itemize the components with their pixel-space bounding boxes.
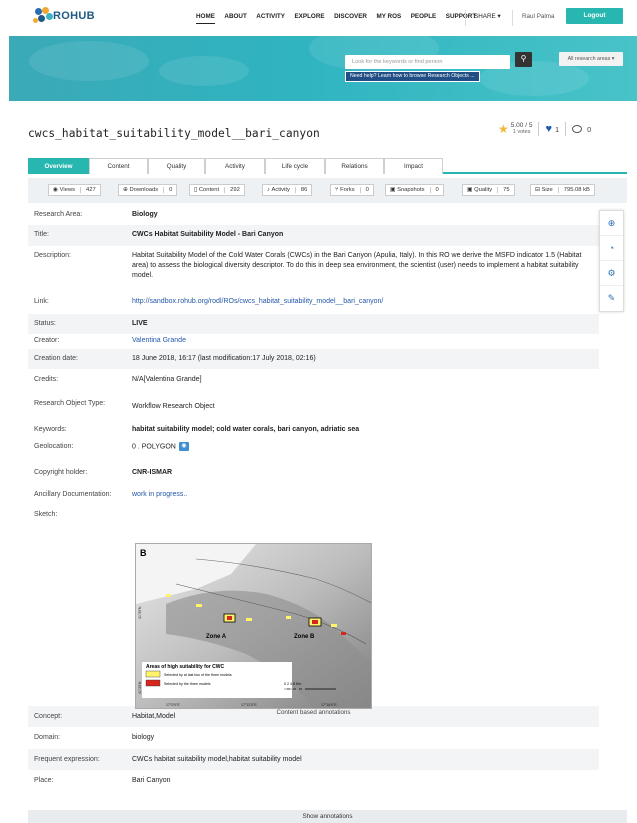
row-place: Place: Bari Canyon bbox=[34, 777, 171, 784]
logo-text: ROHUB bbox=[53, 10, 95, 22]
nav-people[interactable]: PEOPLE bbox=[411, 13, 437, 24]
share-dropdown[interactable]: SHARE ▾ bbox=[474, 13, 501, 20]
tab-impact[interactable]: Impact bbox=[384, 158, 443, 174]
search-button[interactable]: ⚲ bbox=[515, 52, 532, 67]
comments-count: 0 bbox=[587, 124, 592, 134]
nav-discover[interactable]: DISCOVER bbox=[334, 13, 367, 24]
search-placeholder: Look for the keywords or find person bbox=[352, 59, 443, 65]
legend-title: Areas of high suitability for CWC bbox=[146, 664, 224, 670]
tab-overview[interactable]: Overview bbox=[28, 158, 89, 174]
lon-label: 17°0'0"E bbox=[166, 703, 180, 707]
rohub-logo[interactable]: ROHUB bbox=[33, 7, 95, 25]
sketch-caption: Content based annotations bbox=[276, 709, 351, 716]
tab-activity[interactable]: Activity bbox=[205, 158, 265, 174]
zone-b-label: Zone B bbox=[294, 634, 315, 640]
creator-link[interactable]: Valentina Grande bbox=[132, 336, 592, 346]
nav-support[interactable]: SUPPORT bbox=[446, 13, 476, 24]
stat-downloads[interactable]: ⊕ Downloads 0 bbox=[118, 184, 178, 196]
top-navbar: ROHUB HOME ABOUT ACTIVITY EXPLORE DISCOV… bbox=[0, 0, 637, 36]
row-status: Status: LIVE bbox=[28, 314, 599, 334]
rating-score: 5.00 / 5 bbox=[510, 122, 533, 129]
lon-label: 17°12'0"E bbox=[241, 703, 257, 707]
row-domain: Domain: biology bbox=[34, 734, 155, 741]
settings-icon[interactable]: ⚙ bbox=[600, 261, 623, 286]
show-annotations-button[interactable]: Show annotations bbox=[28, 810, 627, 823]
camera-icon: ▣ bbox=[390, 187, 398, 193]
row-creator: Creator: Valentina Grande bbox=[28, 334, 599, 349]
tab-life-cycle[interactable]: Life cycle bbox=[265, 158, 325, 174]
pin-icon[interactable]: ✎ bbox=[600, 286, 623, 311]
stat-views[interactable]: ◉ Views 427 bbox=[48, 184, 101, 196]
page-title: cwcs_habitat_suitability_model__bari_can… bbox=[28, 127, 320, 140]
row-creation-date: Creation date: 18 June 2018, 16:17 (last… bbox=[28, 349, 599, 369]
tab-relations[interactable]: Relations bbox=[325, 158, 384, 174]
rating-votes: 1 votes bbox=[512, 129, 531, 135]
nav-about[interactable]: ABOUT bbox=[224, 13, 246, 24]
comment-icon[interactable] bbox=[572, 125, 583, 133]
tab-quality[interactable]: Quality bbox=[148, 158, 205, 174]
user-name[interactable]: Raul Palma bbox=[522, 13, 555, 20]
rss-icon[interactable]: ◔ bbox=[600, 236, 623, 261]
ro-tabs: Overview Content Quality Activity Life c… bbox=[28, 158, 627, 174]
download-icon[interactable]: ⊕ bbox=[600, 211, 623, 236]
nav-divider bbox=[465, 10, 466, 26]
sketch-map: B Zone A Zone B 41°35'N 41°25'N Areas of… bbox=[136, 544, 371, 708]
stat-size[interactable]: ⊟ Size 795.08 kB bbox=[530, 184, 595, 196]
stat-forks[interactable]: ⑂ Forks 0 bbox=[330, 184, 374, 196]
lon-label: 17°18'0"E bbox=[321, 703, 337, 707]
row-copyright: Copyright holder: CNR-ISMAR bbox=[34, 469, 173, 476]
stat-quality[interactable]: ▣ Quality 75 bbox=[462, 184, 515, 196]
logo-mark-icon bbox=[33, 7, 55, 25]
stat-content[interactable]: ▯ Content 292 bbox=[189, 184, 245, 196]
row-ancillary: Ancillary Documentation: work in progres… bbox=[28, 485, 599, 505]
sketch-image[interactable]: B Zone A Zone B 41°35'N 41°25'N Areas of… bbox=[135, 543, 372, 709]
stat-snapshots[interactable]: ▣ Snapshots 0 bbox=[385, 184, 444, 196]
star-icon[interactable]: ★ bbox=[498, 122, 509, 136]
nav-activity[interactable]: ACTIVITY bbox=[256, 13, 285, 24]
eye-icon: ◉ bbox=[53, 187, 60, 193]
nav-home[interactable]: HOME bbox=[196, 13, 215, 24]
lat-label: 41°25'N bbox=[138, 681, 142, 694]
row-title: Title: CWCs Habitat Suitability Model - … bbox=[28, 225, 599, 246]
legend-item: Selected by the three models bbox=[164, 682, 211, 686]
panel-letter: B bbox=[140, 548, 147, 558]
row-description: Description: Habitat Suitability Model o… bbox=[34, 252, 582, 279]
rating-value: 5.00 / 5 1 votes bbox=[510, 122, 533, 135]
row-keywords: Keywords: habitat suitability model; col… bbox=[34, 426, 360, 433]
row-research-area: Research Area: Biology bbox=[34, 211, 158, 218]
row-link: Link: http://sandbox.rohub.org/rodl/ROs/… bbox=[28, 289, 599, 314]
nav-divider bbox=[512, 10, 513, 26]
tab-content[interactable]: Content bbox=[89, 158, 148, 174]
research-area-select[interactable]: All research areas ▾ bbox=[559, 52, 623, 66]
search-banner bbox=[9, 36, 637, 101]
lat-label: 41°35'N bbox=[138, 606, 142, 619]
side-actions: ⊕ ◔ ⚙ ✎ bbox=[599, 210, 624, 312]
likes-count: 1 bbox=[554, 124, 560, 134]
nav-my-ros[interactable]: MY ROS bbox=[376, 13, 401, 24]
main-nav: HOME ABOUT ACTIVITY EXPLORE DISCOVER MY … bbox=[196, 13, 486, 24]
zone-a-label: Zone A bbox=[206, 634, 227, 640]
rating-bar: ★ 5.00 / 5 1 votes ♥ 1 0 bbox=[498, 122, 591, 136]
heart-icon[interactable]: ♥ bbox=[545, 123, 552, 135]
row-frequent-expression: Frequent expression: CWCs habitat suitab… bbox=[28, 749, 599, 770]
scale-label: 0 2 4 8 Km bbox=[284, 682, 301, 686]
stat-activity[interactable]: ♪ Activity 86 bbox=[262, 184, 313, 196]
browse-help-link[interactable]: Need help? Learn how to browse Research … bbox=[345, 71, 480, 82]
quality-icon: ▣ bbox=[467, 187, 475, 193]
divider bbox=[565, 122, 567, 136]
ancillary-link[interactable]: work in progress.. bbox=[132, 490, 592, 500]
search-icon: ⚲ bbox=[520, 54, 527, 63]
map-view-icon[interactable]: ◉ bbox=[178, 442, 189, 451]
ro-link[interactable]: http://sandbox.rohub.org/rodl/ROs/cwcs_h… bbox=[132, 297, 592, 307]
row-credits: Credits: N/A[Valentina Grande] bbox=[34, 376, 202, 383]
nav-explore[interactable]: EXPLORE bbox=[294, 13, 324, 24]
row-geolocation: Geolocation: 0 . POLYGON ◉ bbox=[28, 438, 599, 460]
legend-item: Selected by at last two of the three mod… bbox=[164, 673, 232, 677]
row-ro-type: Research Object Type: Workflow Research … bbox=[34, 400, 215, 410]
search-input[interactable]: Look for the keywords or find person bbox=[345, 55, 510, 69]
divider bbox=[538, 122, 540, 136]
logout-button[interactable]: Logout bbox=[566, 8, 623, 24]
stats-bar: ◉ Views 427 ⊕ Downloads 0 ▯ Content 292 ♪ A… bbox=[28, 178, 627, 203]
